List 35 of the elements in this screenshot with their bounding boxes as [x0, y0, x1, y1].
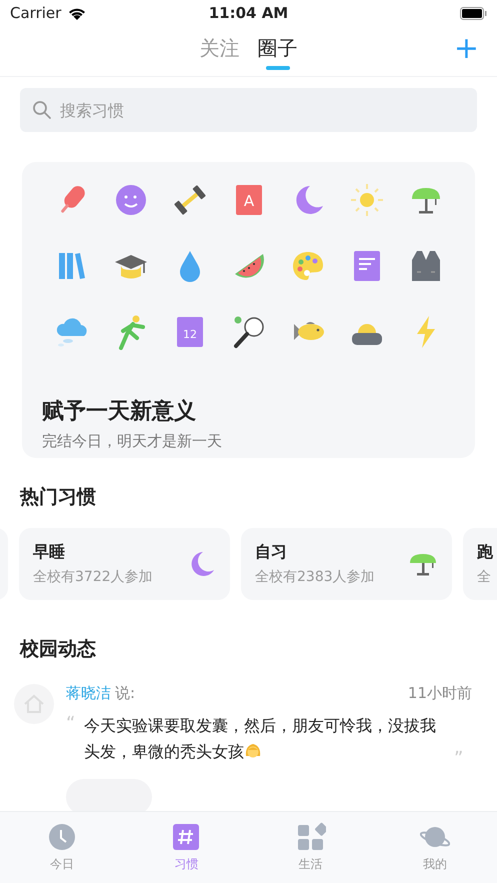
header-tab[interactable]: 关注 [200, 30, 240, 72]
banner-title: 赋予一天新意义 [42, 398, 197, 426]
tab-bar-item[interactable]: 今日 [0, 812, 124, 883]
battery-icon [460, 6, 487, 20]
section-title: 热门习惯 [20, 485, 97, 510]
tab-bar-item[interactable]: 我的 [372, 812, 497, 883]
participant-count: 全 [477, 568, 492, 586]
header-tab[interactable]: 圈子 [258, 30, 298, 72]
add-button[interactable]: + [450, 34, 483, 64]
tab-bar-item[interactable]: 习惯 [124, 812, 248, 883]
clock-icon [47, 822, 78, 852]
habit-card[interactable]: 跑 全 [463, 528, 497, 600]
section-title: 校园动态 [20, 637, 97, 662]
sun-icon [348, 182, 384, 218]
habit-card[interactable]: 自习 全校有2383人参加 [241, 528, 452, 600]
avatar-icon [14, 684, 54, 724]
tab-bar-item[interactable]: 生活 [248, 812, 373, 883]
hashtag-icon [171, 822, 202, 852]
carrier-label: Carrier [10, 4, 62, 22]
participant-count: 全校有3722人参加 [33, 568, 153, 586]
grid-icon [296, 822, 326, 852]
says-label: 说: [115, 684, 136, 702]
open-quote: “ [66, 713, 76, 736]
clock-time: 11:04 AM [208, 4, 288, 22]
habit-name: 早睡 [33, 542, 66, 563]
habit-name: 跑 [477, 542, 493, 563]
close-quote: ” [454, 748, 464, 769]
banner-subtitle: 完结今日，明天才是新一天 [42, 432, 223, 451]
post-text: 今天实验课要取发囊，然后，朋友可怜我，没拔我头发，卑微的秃头女孩 [84, 715, 437, 763]
habit-name: 自习 [255, 542, 288, 563]
search-field[interactable]: 搜索习惯 [20, 88, 477, 132]
habit-card[interactable]: 早睡 全校有3722人参加 [19, 528, 230, 600]
post-time: 11小时前 [408, 684, 472, 703]
participant-count: 全校有2383人参加 [255, 568, 375, 586]
user-name[interactable]: 蒋晓洁 [66, 684, 111, 702]
